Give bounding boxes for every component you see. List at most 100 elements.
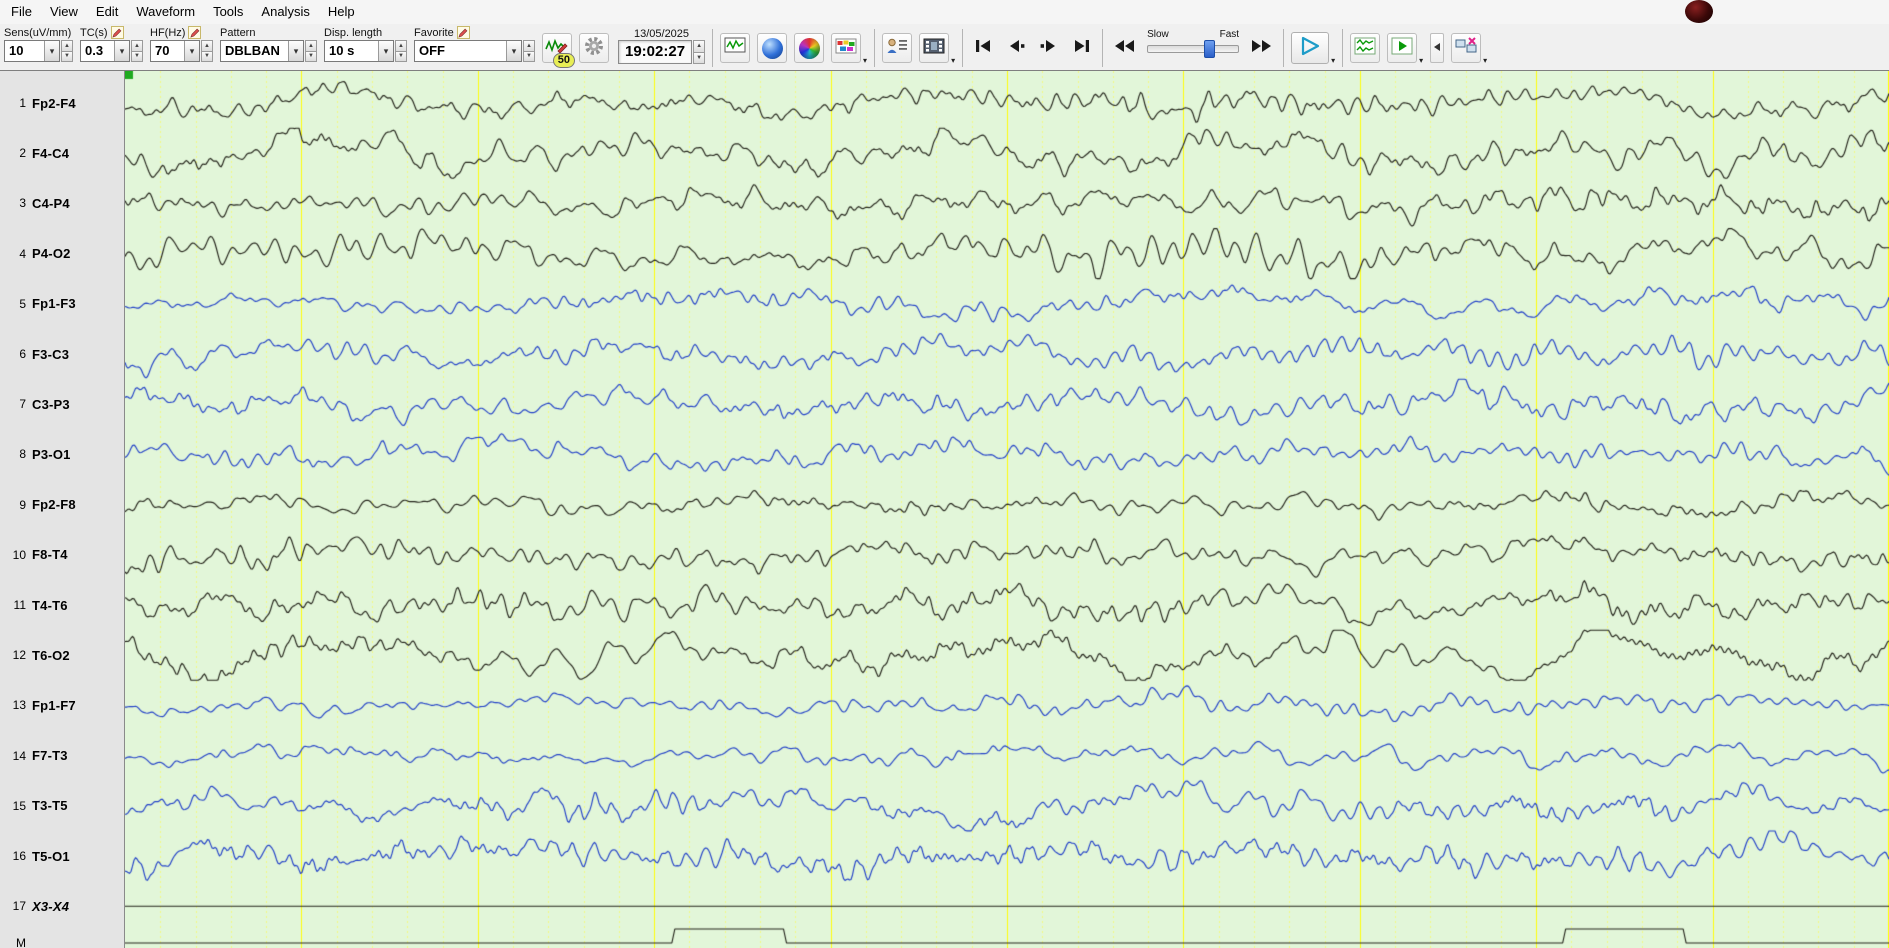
tc-spinner-down-icon[interactable]: ▼ bbox=[131, 51, 143, 62]
pattern-spinner-down-icon[interactable]: ▼ bbox=[305, 51, 317, 62]
speed-slider-thumb[interactable] bbox=[1203, 40, 1215, 58]
tc-combobox[interactable]: 0.3 ▾ bbox=[80, 40, 130, 62]
step-back-button[interactable] bbox=[1003, 33, 1029, 63]
disp-length-spinner-up-icon[interactable]: ▲ bbox=[395, 40, 407, 52]
menu-item-waveform[interactable]: Waveform bbox=[127, 0, 204, 24]
collapse-panel-button[interactable] bbox=[1430, 33, 1445, 63]
channel-row-T3-T5[interactable]: 15 T3-T5 bbox=[0, 797, 125, 815]
tc-dropdown-arrow-icon[interactable]: ▾ bbox=[114, 41, 129, 61]
fast-forward-button[interactable] bbox=[1246, 33, 1276, 63]
rewind-button[interactable] bbox=[1110, 33, 1140, 63]
speed-slider[interactable]: Slow Fast bbox=[1147, 29, 1240, 58]
sens-combobox[interactable]: 10 ▾ bbox=[4, 40, 60, 62]
review-waves-button[interactable] bbox=[1350, 33, 1381, 63]
channel-row-C4-P4[interactable]: 3 C4-P4 bbox=[0, 194, 125, 212]
skip-to-end-button[interactable] bbox=[1069, 33, 1095, 63]
trend-monitor-button[interactable] bbox=[720, 33, 751, 63]
menu-item-help[interactable]: Help bbox=[319, 0, 364, 24]
favorite-spinner[interactable]: ▲ ▼ bbox=[523, 40, 535, 62]
channel-row-T6-O2[interactable]: 12 T6-O2 bbox=[0, 646, 125, 664]
favorite-spinner-down-icon[interactable]: ▼ bbox=[523, 51, 535, 62]
disp-length-dropdown-arrow-icon[interactable]: ▾ bbox=[378, 41, 393, 61]
menu-item-view[interactable]: View bbox=[41, 0, 87, 24]
time-spinner-down-icon[interactable]: ▼ bbox=[693, 52, 706, 64]
menu-item-file[interactable]: File bbox=[2, 0, 41, 24]
disp-length-spinner[interactable]: ▲ ▼ bbox=[395, 40, 407, 62]
channel-row-F7-T3[interactable]: 14 F7-T3 bbox=[0, 747, 125, 765]
pattern-spinner-up-icon[interactable]: ▲ bbox=[305, 40, 317, 52]
tc-edit-pencil-icon[interactable] bbox=[110, 26, 124, 39]
spectral-map-button[interactable] bbox=[794, 33, 825, 63]
settings-gear-button[interactable] bbox=[579, 33, 609, 63]
channel-row-P3-O1[interactable]: 8 P3-O1 bbox=[0, 445, 125, 463]
montage-edit-button[interactable]: 50 bbox=[542, 33, 575, 68]
pattern-spinner[interactable]: ▲ ▼ bbox=[305, 40, 317, 62]
film-strip-icon bbox=[923, 38, 945, 59]
sens-spinner[interactable]: ▲ ▼ bbox=[61, 40, 73, 62]
eeg-waveform-canvas[interactable] bbox=[125, 71, 1889, 948]
pattern-combobox[interactable]: DBLBAN ▾ bbox=[220, 40, 304, 62]
disp-length-combobox[interactable]: 10 s ▾ bbox=[324, 40, 394, 62]
sens-dropdown-arrow-icon[interactable]: ▾ bbox=[44, 41, 59, 61]
channel-row-Fp1-F7[interactable]: 13 Fp1-F7 bbox=[0, 696, 125, 714]
brain-map-button[interactable] bbox=[757, 33, 788, 63]
gear-icon bbox=[583, 35, 605, 62]
menu-bar: File View Edit Waveform Tools Analysis Help bbox=[0, 0, 1889, 24]
toolbar-separator bbox=[1102, 29, 1104, 67]
menu-item-edit[interactable]: Edit bbox=[87, 0, 127, 24]
channel-row-T5-O1[interactable]: 16 T5-O1 bbox=[0, 847, 125, 865]
map-group-chevron-icon[interactable]: ▾ bbox=[863, 56, 867, 65]
network-disconnect-button[interactable] bbox=[1451, 33, 1482, 63]
channel-row-X3-X4[interactable]: 17 X3-X4 bbox=[0, 897, 125, 915]
channel-row-Fp2-F8[interactable]: 9 Fp2-F8 bbox=[0, 496, 125, 514]
rainbow-sphere-map-icon bbox=[798, 37, 820, 59]
menu-item-tools[interactable]: Tools bbox=[204, 0, 252, 24]
hf-spinner-down-icon[interactable]: ▼ bbox=[201, 51, 213, 62]
channel-row-Fp1-F3[interactable]: 5 Fp1-F3 bbox=[0, 295, 125, 313]
auto-page-button[interactable] bbox=[1387, 33, 1418, 63]
channel-number: 14 bbox=[12, 748, 26, 763]
channel-row-C3-P3[interactable]: 7 C3-P3 bbox=[0, 395, 125, 413]
review-group-chevron-icon[interactable]: ▾ bbox=[1419, 56, 1423, 65]
hf-combobox[interactable]: 70 ▾ bbox=[150, 40, 200, 62]
channel-label: F3-C3 bbox=[32, 346, 70, 362]
channel-number: 12 bbox=[12, 648, 26, 663]
tc-spinner[interactable]: ▲ ▼ bbox=[131, 40, 143, 62]
video-group-chevron-icon[interactable]: ▾ bbox=[951, 56, 955, 65]
favorite-dropdown-arrow-icon[interactable]: ▾ bbox=[506, 41, 521, 61]
step-forward-button[interactable] bbox=[1036, 33, 1062, 63]
speed-slider-track[interactable] bbox=[1147, 40, 1240, 58]
hf-dropdown-arrow-icon[interactable]: ▾ bbox=[184, 41, 199, 61]
patient-info-button[interactable] bbox=[882, 33, 913, 63]
menu-item-analysis[interactable]: Analysis bbox=[252, 0, 318, 24]
disp-length-spinner-down-icon[interactable]: ▼ bbox=[395, 51, 407, 62]
pattern-dropdown-arrow-icon[interactable]: ▾ bbox=[288, 41, 303, 61]
time-spinner-up-icon[interactable]: ▲ bbox=[693, 40, 706, 53]
channel-row-F4-C4[interactable]: 2 F4-C4 bbox=[0, 144, 125, 162]
time-spinner[interactable]: ▲ ▼ bbox=[693, 40, 706, 64]
channel-row-F3-C3[interactable]: 6 F3-C3 bbox=[0, 345, 125, 363]
channel-row-Fp2-F4[interactable]: 1 Fp2-F4 bbox=[0, 94, 125, 112]
channel-number: 1 bbox=[19, 96, 26, 110]
network-group-chevron-icon[interactable]: ▾ bbox=[1483, 56, 1487, 65]
channel-row-M[interactable]: M bbox=[0, 934, 125, 948]
favorite-edit-pencil-icon[interactable] bbox=[456, 26, 470, 39]
tc-spinner-up-icon[interactable]: ▲ bbox=[131, 40, 143, 52]
play-button[interactable] bbox=[1291, 32, 1330, 64]
video-button[interactable] bbox=[919, 33, 950, 63]
channel-label: T3-T5 bbox=[32, 798, 68, 814]
channel-row-P4-O2[interactable]: 4 P4-O2 bbox=[0, 245, 125, 263]
sens-spinner-down-icon[interactable]: ▼ bbox=[61, 51, 73, 62]
sens-spinner-up-icon[interactable]: ▲ bbox=[61, 40, 73, 52]
step-forward-icon bbox=[1039, 39, 1059, 58]
channel-row-F8-T4[interactable]: 10 F8-T4 bbox=[0, 546, 125, 564]
channel-row-T4-T6[interactable]: 11 T4-T6 bbox=[0, 596, 125, 614]
favorite-spinner-up-icon[interactable]: ▲ bbox=[523, 40, 535, 52]
color-map-button[interactable] bbox=[831, 33, 862, 63]
favorite-combobox[interactable]: OFF ▾ bbox=[414, 40, 522, 62]
play-group-chevron-icon[interactable]: ▾ bbox=[1331, 56, 1335, 65]
hf-spinner[interactable]: ▲ ▼ bbox=[201, 40, 213, 62]
hf-edit-pencil-icon[interactable] bbox=[188, 26, 202, 39]
skip-to-start-button[interactable] bbox=[970, 33, 996, 63]
hf-spinner-up-icon[interactable]: ▲ bbox=[201, 40, 213, 52]
